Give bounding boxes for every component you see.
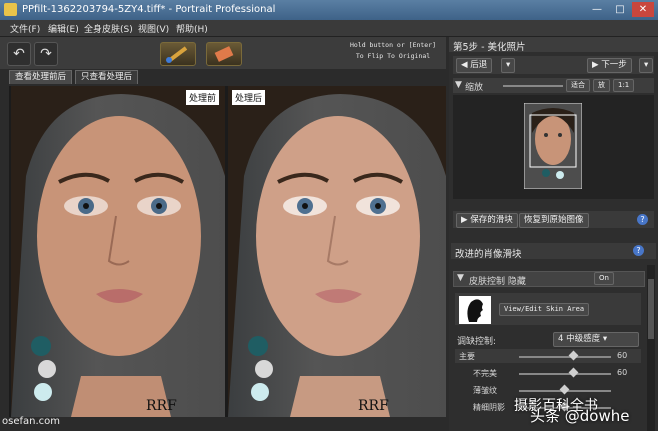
portrait-section-label: 改进的肖像滑块 — [455, 249, 522, 260]
zoom-slider[interactable] — [503, 85, 563, 87]
back-label: 后退 — [470, 60, 488, 70]
slider-label: 精细阴影 — [473, 403, 505, 412]
maximize-icon[interactable]: □ — [609, 2, 631, 17]
rrf-logo: RRF — [146, 398, 177, 414]
before-pane[interactable]: 处理前 RRF — [11, 86, 225, 417]
minimize-icon[interactable]: — — [586, 2, 608, 17]
brush-tool-button[interactable] — [160, 42, 196, 66]
step-header: 第5步 - 美化照片 — [449, 37, 658, 53]
slider-knob[interactable] — [568, 350, 579, 361]
menu-help[interactable]: 帮助(H) — [176, 22, 208, 35]
app-icon — [4, 3, 17, 16]
nav-bar: ◀ 后退 ▾ ▶ 下一步 ▾ — [453, 56, 654, 74]
slider-row: 主要 60 — [455, 349, 641, 363]
portrait-help-icon[interactable]: ? — [633, 245, 644, 256]
close-icon[interactable]: ✕ — [632, 2, 654, 17]
redo-icon[interactable]: ↷ — [34, 42, 58, 66]
step-title: 第5步 - 美化照片 — [453, 42, 526, 53]
menu-bar: 文件(F) 编辑(E) 全身皮肤(S) 视图(V) 帮助(H) — [0, 20, 658, 37]
presets-help-icon[interactable]: ? — [637, 214, 648, 225]
smoothing-label: 调缺控制: — [457, 337, 497, 347]
right-panel: 第5步 - 美化照片 ◀ 后退 ▾ ▶ 下一步 ▾ ▼ 缩放 适合 放 1:1 … — [449, 37, 658, 431]
after-label: 处理后 — [232, 90, 266, 105]
slider-label: 不完美 — [473, 369, 497, 378]
eraser-tool-button[interactable] — [206, 42, 242, 66]
slider-row: 不完美 60 — [455, 366, 641, 380]
slider-track[interactable] — [519, 356, 611, 358]
brush-icon — [166, 46, 188, 63]
zoom-fit-button[interactable]: 适合 — [566, 79, 590, 92]
after-pane[interactable]: 处理后 RRF — [228, 86, 446, 417]
back-button[interactable]: ◀ 后退 — [456, 58, 493, 73]
skin-area-row: View/Edit Skin Area — [455, 293, 641, 325]
smoothing-row: 调缺控制: 4 中级感度 ▾ — [455, 332, 641, 347]
after-portrait — [228, 86, 446, 417]
navigator-area[interactable] — [453, 95, 654, 199]
menu-edit[interactable]: 编辑(E) — [48, 22, 79, 35]
skin-area-button[interactable]: View/Edit Skin Area — [499, 303, 590, 316]
slider-value: 60 — [617, 351, 628, 360]
slider-track[interactable] — [519, 373, 611, 375]
smoothing-value: 4 中级感度 — [558, 334, 601, 344]
title-bar: PPfilt-1362203794-5ZY4.tiff* - Portrait … — [0, 0, 658, 20]
toutiao-watermark: 头条 @dowhe — [530, 407, 630, 425]
portrait-section-header: 改进的肖像滑块 ? — [451, 243, 656, 260]
slider-knob[interactable] — [559, 384, 570, 395]
zoom-bar: ▼ 缩放 适合 放 1:1 — [453, 78, 654, 93]
tab-before-after[interactable]: 查看处理前后 — [9, 70, 73, 84]
window-title: PPfilt-1362203794-5ZY4.tiff* - Portrait … — [22, 4, 276, 15]
slider-knob[interactable] — [568, 367, 579, 378]
slider-value: 60 — [617, 368, 628, 377]
next-label: 下一步 — [601, 60, 627, 70]
rrf-logo-after: RRF — [358, 398, 389, 414]
profile-silhouette-icon — [467, 299, 483, 322]
slider-label: 薄皱纹 — [473, 386, 497, 395]
photo-view[interactable]: 处理前 RRF 处理后 RRF — [9, 86, 446, 417]
zoom-collapse-icon[interactable]: ▼ — [455, 80, 462, 90]
presets-bar: ▶ 保存的滑块 恢复到原始图像 ? — [453, 211, 654, 228]
smoothing-select[interactable]: 4 中级感度 ▾ — [553, 332, 639, 347]
skin-area-thumbnail-icon[interactable] — [459, 296, 491, 324]
scrollbar[interactable] — [647, 265, 655, 431]
menu-skin[interactable]: 全身皮肤(S) — [84, 22, 133, 35]
tab-after-only[interactable]: 只查看处理后 — [75, 70, 139, 84]
skin-collapse-icon[interactable]: ▼ — [457, 273, 464, 283]
presets-button[interactable]: ▶ 保存的滑块 — [456, 213, 518, 228]
skin-section-label: 皮肤控制 隐藏 — [469, 277, 526, 287]
zoom-in-button[interactable]: 放 — [593, 79, 610, 92]
zoom-actual-button[interactable]: 1:1 — [613, 79, 635, 92]
restore-button[interactable]: 恢复到原始图像 — [519, 213, 589, 228]
flip-hint-line-2: To Flip To Original — [355, 52, 431, 60]
slider-label: 主要 — [459, 352, 475, 361]
navigator-thumbnail[interactable] — [524, 103, 582, 189]
left-watermark: osefan.com — [2, 416, 61, 427]
menu-file[interactable]: 文件(F) — [10, 22, 40, 35]
back-menu-button[interactable]: ▾ — [501, 58, 516, 73]
scrollbar-thumb[interactable] — [648, 279, 654, 339]
flip-hint[interactable]: Hold button or [Enter] To Flip To Origin… — [343, 40, 443, 64]
skin-on-button[interactable]: On — [594, 272, 614, 285]
before-portrait — [11, 86, 225, 417]
next-menu-button[interactable]: ▾ — [639, 58, 654, 73]
before-label: 处理前 — [186, 90, 220, 105]
zoom-label: 缩放 — [465, 83, 484, 93]
flip-hint-line-1: Hold button or [Enter] — [349, 41, 437, 49]
undo-icon[interactable]: ↶ — [7, 42, 31, 66]
presets-label: 保存的滑块 — [470, 215, 513, 225]
next-button[interactable]: ▶ 下一步 — [587, 58, 632, 73]
skin-section-header[interactable]: ▼ 皮肤控制 隐藏 On — [453, 271, 645, 287]
eraser-icon — [214, 46, 234, 62]
menu-view[interactable]: 视图(V) — [138, 22, 169, 35]
